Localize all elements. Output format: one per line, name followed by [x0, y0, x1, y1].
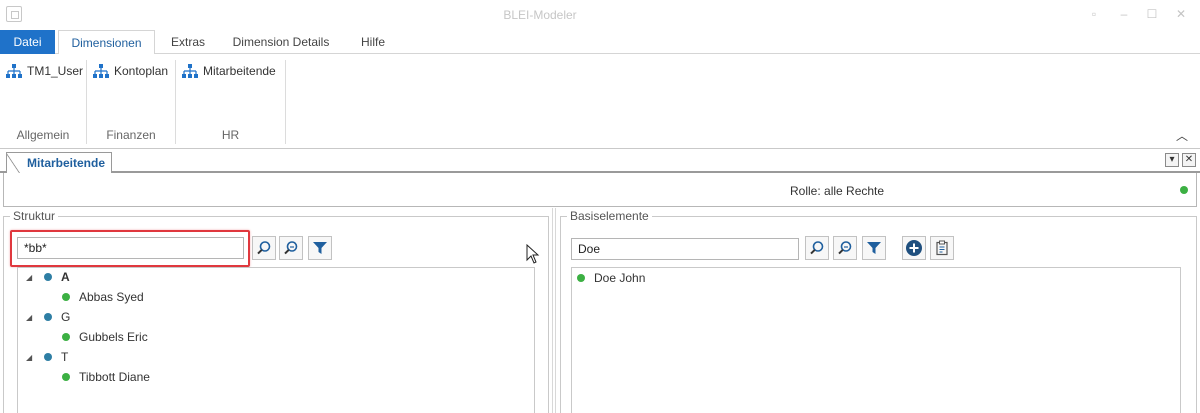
filter-icon	[867, 242, 881, 254]
close-document-icon[interactable]: ✕	[1182, 153, 1196, 167]
tab-datei[interactable]: Datei	[0, 30, 55, 54]
struktur-advanced-search-button[interactable]	[279, 236, 303, 260]
filter-icon	[313, 242, 327, 254]
basiselemente-advanced-search-button[interactable]	[833, 236, 857, 260]
add-element-button[interactable]	[902, 236, 926, 260]
collapse-ribbon-icon[interactable]: ︿	[1176, 127, 1188, 144]
document-tab-strip: Mitarbeitende ▾ ✕	[0, 150, 1200, 174]
node-dot-icon	[44, 273, 52, 281]
basiselemente-list	[571, 267, 1181, 413]
tab-dimensionen[interactable]: Dimensionen	[58, 30, 155, 55]
tree-leaf-gubbels-eric[interactable]: Gubbels Eric	[62, 328, 148, 346]
search-icon	[810, 241, 824, 255]
struktur-title: Struktur	[10, 209, 59, 223]
group-label-finanzen: Finanzen	[106, 128, 156, 142]
leaf-dot-icon	[62, 293, 70, 301]
leaf-dot-icon	[62, 333, 70, 341]
search-advanced-icon	[284, 241, 298, 255]
expand-triangle-icon[interactable]: ◢	[26, 313, 34, 322]
tree-leaf-abbas-syed[interactable]: Abbas Syed	[62, 288, 144, 306]
list-item-label: Doe John	[594, 271, 646, 285]
expand-triangle-icon[interactable]: ◢	[26, 353, 34, 362]
search-advanced-icon	[838, 241, 852, 255]
node-dot-icon	[44, 313, 52, 321]
tm1-user-label: TM1_User	[27, 64, 84, 78]
mitarbeitende-button[interactable]: Mitarbeitende	[182, 62, 276, 80]
tree-node-label: G	[61, 310, 71, 324]
window-title: BLEI-Modeler	[503, 8, 577, 22]
ribbon-tabs: Datei Dimensionen Extras Dimension Detai…	[0, 30, 1200, 55]
kontoplan-button[interactable]: Kontoplan	[93, 62, 168, 80]
maximize-icon[interactable]: ☐	[1145, 7, 1159, 21]
leaf-dot-icon	[577, 274, 585, 282]
tree-node-label: A	[61, 270, 70, 284]
ribbon-group-allgemein: TM1_User Allgemein	[0, 60, 87, 144]
tree-node-label: T	[61, 350, 69, 364]
group-label-allgemein: Allgemein	[16, 128, 70, 142]
panel-splitter[interactable]	[552, 208, 556, 413]
tree-leaf-label: Abbas Syed	[79, 290, 144, 304]
hierarchy-icon	[6, 64, 22, 78]
ribbon-group-hr: Mitarbeitende HR	[176, 60, 286, 144]
kontoplan-label: Kontoplan	[114, 64, 169, 78]
mitarbeitende-label: Mitarbeitende	[203, 64, 276, 78]
close-icon[interactable]: ✕	[1174, 7, 1188, 21]
status-indicator	[1180, 186, 1188, 194]
expand-triangle-icon[interactable]: ◢	[26, 273, 34, 282]
struktur-search-button[interactable]	[252, 236, 276, 260]
mouse-cursor-icon	[526, 244, 540, 264]
tab-mitarbeitende-document[interactable]: Mitarbeitende	[6, 152, 113, 174]
hierarchy-icon	[93, 64, 109, 78]
add-circle-icon	[906, 240, 922, 256]
leaf-dot-icon	[62, 373, 70, 381]
clipboard-button[interactable]	[930, 236, 954, 260]
basiselemente-search-input[interactable]	[571, 238, 799, 260]
hierarchy-icon	[182, 64, 198, 78]
tab-hilfe[interactable]: Hilfe	[350, 30, 396, 54]
struktur-filter-button[interactable]	[308, 236, 332, 260]
basiselemente-filter-button[interactable]	[862, 236, 886, 260]
tree-leaf-label: Tibbott Diane	[79, 370, 150, 384]
search-icon	[257, 241, 271, 255]
tab-dimension-details[interactable]: Dimension Details	[224, 30, 338, 54]
node-dot-icon	[44, 353, 52, 361]
clipboard-icon	[936, 240, 948, 256]
tree-leaf-tibbott-diane[interactable]: Tibbott Diane	[62, 368, 150, 386]
basiselemente-title: Basiselemente	[567, 209, 652, 223]
tree-leaf-label: Gubbels Eric	[79, 330, 148, 344]
tm1-user-button[interactable]: TM1_User	[6, 62, 83, 80]
tab-extras[interactable]: Extras	[163, 30, 213, 54]
group-label-hr: HR	[221, 128, 240, 142]
role-text: Rolle: alle Rechte	[790, 184, 885, 198]
title-bar: BLEI-Modeler ▫ – ☐ ✕	[0, 0, 1200, 30]
ribbon: TM1_User Allgemein Kontoplan Finanzen Mi…	[0, 54, 1200, 149]
list-item-doe-john[interactable]: Doe John	[577, 269, 645, 287]
role-bar: Rolle: alle Rechte	[3, 173, 1197, 207]
restore-icon[interactable]: ▫	[1087, 7, 1101, 21]
basiselemente-search-button[interactable]	[805, 236, 829, 260]
minimize-icon[interactable]: –	[1117, 7, 1131, 21]
dropdown-menu-icon[interactable]: ▾	[1165, 153, 1179, 167]
ribbon-group-finanzen: Kontoplan Finanzen	[87, 60, 176, 144]
tree-node-a[interactable]: ◢ A	[26, 268, 70, 286]
highlight-frame	[10, 230, 250, 267]
tree-node-g[interactable]: ◢ G	[26, 308, 70, 326]
tree-node-t[interactable]: ◢ T	[26, 348, 68, 366]
